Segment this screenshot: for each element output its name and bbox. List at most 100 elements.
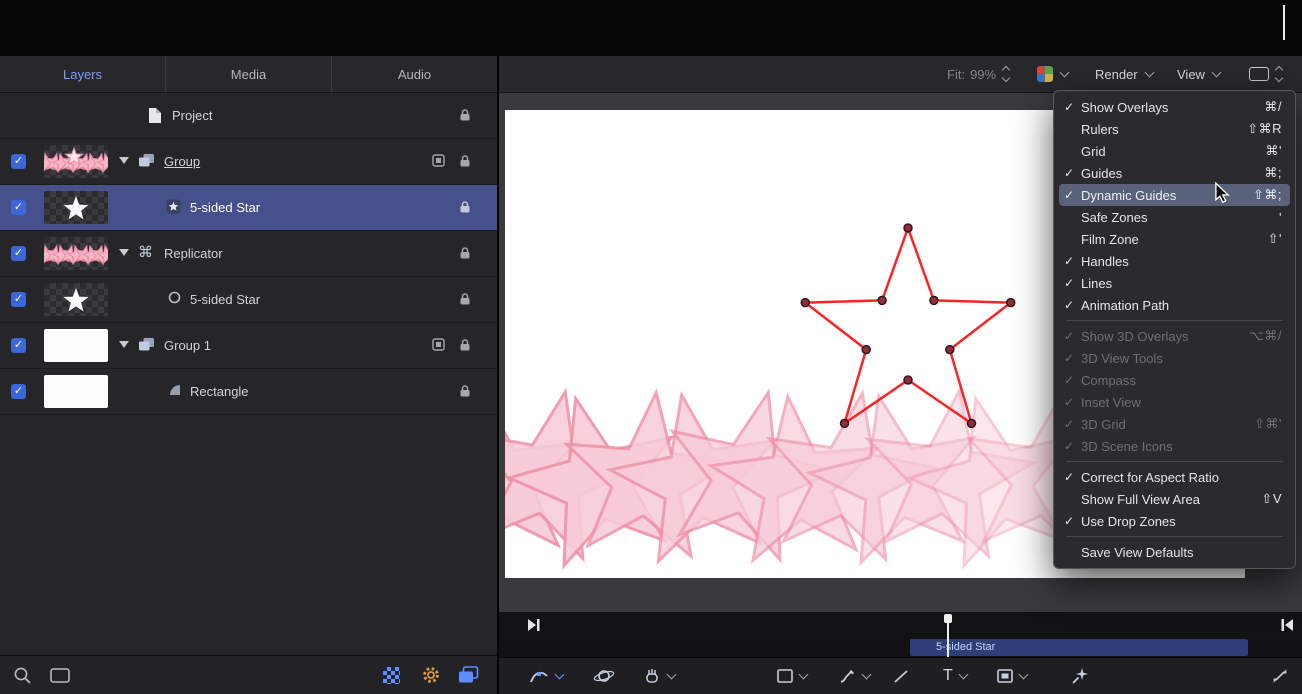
visibility-checkbox[interactable]: ✓ xyxy=(11,292,26,307)
edit-points-tool[interactable] xyxy=(529,658,563,694)
layer-row-group[interactable]: ✓ Group xyxy=(0,139,497,185)
menu-item-label: Safe Zones xyxy=(1081,210,1267,225)
star-control-point[interactable] xyxy=(968,419,976,427)
menu-item[interactable]: Rulers ⇧⌘R xyxy=(1059,118,1290,140)
menu-item-label: Animation Path xyxy=(1081,298,1270,313)
menu-item[interactable]: Film Zone ⇧' xyxy=(1059,228,1290,250)
layer-row-replicator[interactable]: ✓ ⌘ Replicator xyxy=(0,231,497,277)
menu-separator xyxy=(1066,461,1283,462)
lock-icon[interactable] xyxy=(459,108,471,122)
channels-swatch-control[interactable] xyxy=(1037,56,1068,92)
timebar-clip[interactable]: 5-sided Star xyxy=(910,639,1248,656)
lock-icon[interactable] xyxy=(459,384,471,398)
search-icon[interactable] xyxy=(13,666,32,685)
menu-item[interactable]: ✓ Show Overlays ⌘/ xyxy=(1059,96,1290,118)
disclosure-triangle[interactable] xyxy=(119,249,129,256)
menu-item[interactable]: ✓ Lines xyxy=(1059,272,1290,294)
canvas-header: Fit: 99% Render View xyxy=(497,56,1302,93)
visibility-checkbox[interactable]: ✓ xyxy=(11,200,26,215)
resize-handle[interactable] xyxy=(1272,658,1288,694)
star-control-point[interactable] xyxy=(904,376,912,384)
menu-item[interactable]: ✓ Guides ⌘; xyxy=(1059,162,1290,184)
menu-item[interactable]: ✓ 3D Grid ⇧⌘' xyxy=(1059,413,1290,435)
lock-icon[interactable] xyxy=(459,246,471,260)
view-menu-button[interactable]: View xyxy=(1177,56,1220,92)
menu-group-view-options: ✓ Correct for Aspect Ratio Show Full Vie… xyxy=(1054,466,1295,532)
chevron-down-icon xyxy=(862,670,872,680)
fit-zoom-control[interactable]: Fit: 99% xyxy=(947,56,1009,92)
menu-item-shortcut: ⌘' xyxy=(1266,143,1282,159)
visibility-checkbox[interactable]: ✓ xyxy=(11,246,26,261)
disclosure-triangle[interactable] xyxy=(119,157,129,164)
menu-item[interactable]: ✓ Compass xyxy=(1059,369,1290,391)
menu-item-label: Compass xyxy=(1081,373,1270,388)
paint-stroke-tool[interactable] xyxy=(839,658,870,694)
menu-item[interactable]: ✓ 3D View Tools xyxy=(1059,347,1290,369)
selected-star-outline[interactable] xyxy=(805,228,1010,423)
visibility-checkbox[interactable]: ✓ xyxy=(11,338,26,353)
visibility-checkbox[interactable]: ✓ xyxy=(11,384,26,399)
display-options-button[interactable] xyxy=(1249,56,1282,92)
layer-row-5-sided-star[interactable]: ✓ 5-sided Star xyxy=(0,185,497,231)
lock-icon[interactable] xyxy=(459,338,471,352)
filter-panel-icon[interactable] xyxy=(50,668,70,683)
layer-label: Replicator xyxy=(164,246,223,261)
playhead[interactable] xyxy=(947,614,949,657)
chevron-down-icon xyxy=(958,670,968,680)
tab-media[interactable]: Media xyxy=(166,56,332,92)
star-control-point[interactable] xyxy=(946,346,954,354)
menu-item[interactable]: ✓ 3D Scene Icons xyxy=(1059,435,1290,457)
lock-icon[interactable] xyxy=(459,200,471,214)
shape-tool[interactable] xyxy=(777,658,807,694)
layer-row-rectangle[interactable]: ✓ Rectangle xyxy=(0,369,497,415)
layer-row-group-1[interactable]: ✓ Group 1 xyxy=(0,323,497,369)
render-menu-button[interactable]: Render xyxy=(1095,56,1153,92)
star-control-point[interactable] xyxy=(904,224,912,232)
menu-item[interactable]: ✓ Correct for Aspect Ratio xyxy=(1059,466,1290,488)
layer-row-project[interactable]: Project xyxy=(0,93,497,139)
star-control-point[interactable] xyxy=(841,419,849,427)
window-edge-tick xyxy=(1283,5,1285,40)
star-control-point[interactable] xyxy=(878,296,886,304)
menu-item[interactable]: ✓ Handles xyxy=(1059,250,1290,272)
menu-item[interactable]: Save View Defaults xyxy=(1059,541,1290,563)
visibility-checkbox[interactable]: ✓ xyxy=(11,154,26,169)
star-control-point[interactable] xyxy=(930,296,938,304)
menu-item-label: Lines xyxy=(1081,276,1270,291)
menu-item[interactable]: Grid ⌘' xyxy=(1059,140,1290,162)
star-control-point[interactable] xyxy=(862,346,870,354)
text-tool[interactable]: T xyxy=(943,658,967,694)
menu-item[interactable]: Safe Zones ' xyxy=(1059,206,1290,228)
pan-tool[interactable] xyxy=(643,658,675,694)
gear-icon[interactable] xyxy=(421,665,441,685)
menu-item[interactable]: ✓ Inset View xyxy=(1059,391,1290,413)
mini-timeline[interactable] xyxy=(497,612,1302,638)
checkmark: ✓ xyxy=(1064,417,1081,431)
menu-item[interactable]: ✓ Use Drop Zones xyxy=(1059,510,1290,532)
tab-layers[interactable]: Layers xyxy=(0,56,166,92)
mask-tool[interactable] xyxy=(997,658,1027,694)
menu-item[interactable]: ✓ Animation Path xyxy=(1059,294,1290,316)
orbit-3d-tool[interactable] xyxy=(593,658,615,694)
line-tool[interactable] xyxy=(893,658,909,694)
menu-item[interactable]: ✓ Show 3D Overlays ⌥⌘/ xyxy=(1059,325,1290,347)
play-range-in-marker[interactable] xyxy=(527,618,541,632)
panels-icon[interactable] xyxy=(458,666,479,684)
blend-icon[interactable] xyxy=(432,154,445,167)
menu-item-label: Handles xyxy=(1081,254,1270,269)
lock-icon[interactable] xyxy=(459,292,471,306)
transparency-checker-icon[interactable] xyxy=(383,667,400,684)
play-range-out-marker[interactable] xyxy=(1280,618,1294,632)
menu-item[interactable]: Show Full View Area ⇧V xyxy=(1059,488,1290,510)
tab-audio[interactable]: Audio xyxy=(332,56,497,92)
adjust-wand-tool[interactable] xyxy=(1071,658,1089,694)
menu-item[interactable]: ✓ Dynamic Guides ⇧⌘; xyxy=(1059,184,1290,206)
menu-item-shortcut: ⌥⌘/ xyxy=(1249,328,1282,344)
disclosure-triangle[interactable] xyxy=(119,341,129,348)
checkmark: ✓ xyxy=(1064,100,1081,114)
star-control-point[interactable] xyxy=(1007,299,1015,307)
blend-icon[interactable] xyxy=(432,338,445,351)
lock-icon[interactable] xyxy=(459,154,471,168)
star-control-point[interactable] xyxy=(801,299,809,307)
layer-row-5-sided-star-source[interactable]: ✓ 5-sided Star xyxy=(0,277,497,323)
